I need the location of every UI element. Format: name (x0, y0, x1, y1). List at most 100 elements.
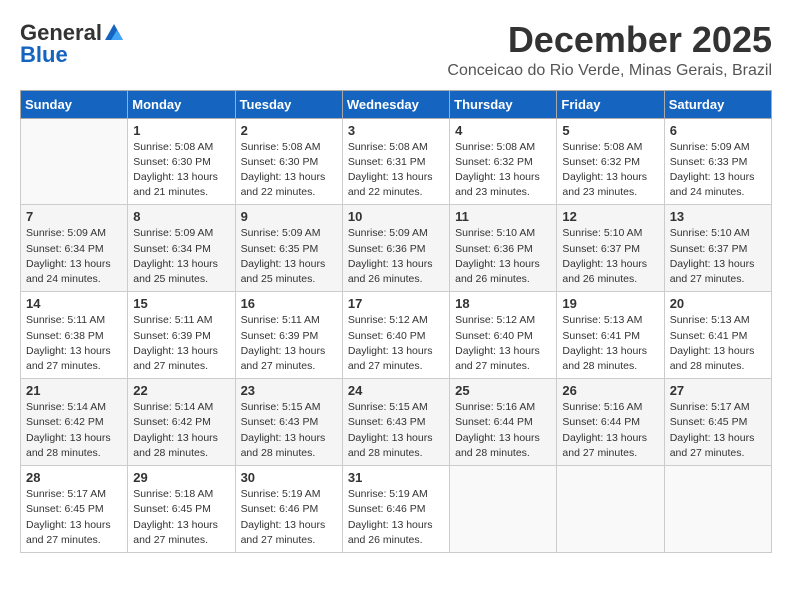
calendar-day-cell: 24Sunrise: 5:15 AM Sunset: 6:43 PM Dayli… (342, 379, 449, 466)
day-number: 13 (670, 209, 766, 224)
day-number: 28 (26, 470, 122, 485)
day-of-week-header: Saturday (664, 90, 771, 118)
calendar-day-cell: 21 Sunrise: 5:14 AM Sunset: 6:42 PM Dayli… (21, 379, 128, 466)
day-of-week-header: Sunday (21, 90, 128, 118)
calendar-day-cell: 11 Sunrise: 5:10 AM Sunset: 6:36 PM Dayli… (450, 205, 557, 292)
calendar-day-cell (450, 466, 557, 553)
calendar-day-cell: 20 Sunrise: 5:13 AM Sunset: 6:41 PM Dayli… (664, 292, 771, 379)
header: General Blue December 2025 Conceicao do … (20, 20, 772, 80)
calendar-day-cell: 22 Sunrise: 5:14 AM Sunset: 6:42 PM Dayli… (128, 379, 235, 466)
day-info: Sunrise: 5:13 AM Sunset: 6:41 PM Dayligh… (670, 313, 766, 374)
day-info: Sunrise: 5:18 AM Sunset: 6:45 PM Dayligh… (133, 487, 229, 548)
day-number: 11 (455, 209, 551, 224)
calendar-day-cell: 13 Sunrise: 5:10 AM Sunset: 6:37 PM Dayli… (664, 205, 771, 292)
day-number: 8 (133, 209, 229, 224)
location-title: Conceicao do Rio Verde, Minas Gerais, Br… (447, 62, 772, 80)
day-number: 9 (241, 209, 337, 224)
day-info: Sunrise: 5:17 AM Sunset: 6:45 PM Dayligh… (26, 487, 122, 548)
calendar-day-cell: 23Sunrise: 5:15 AM Sunset: 6:43 PM Dayli… (235, 379, 342, 466)
day-info: Sunrise: 5:10 AM Sunset: 6:37 PM Dayligh… (562, 226, 658, 287)
calendar-day-cell: 12Sunrise: 5:10 AM Sunset: 6:37 PM Dayli… (557, 205, 664, 292)
day-info: Sunrise: 5:11 AM Sunset: 6:38 PM Dayligh… (26, 313, 122, 374)
calendar-week-row: 28 Sunrise: 5:17 AM Sunset: 6:45 PM Dayli… (21, 466, 772, 553)
logo: General Blue (20, 20, 126, 68)
calendar-day-cell: 5Sunrise: 5:08 AM Sunset: 6:32 PM Daylig… (557, 118, 664, 205)
day-number: 1 (133, 123, 229, 138)
day-info: Sunrise: 5:09 AM Sunset: 6:36 PM Dayligh… (348, 226, 444, 287)
calendar-day-cell: 18 Sunrise: 5:12 AM Sunset: 6:40 PM Dayli… (450, 292, 557, 379)
day-info: Sunrise: 5:12 AM Sunset: 6:40 PM Dayligh… (455, 313, 551, 374)
day-number: 25 (455, 383, 551, 398)
day-info: Sunrise: 5:08 AM Sunset: 6:32 PM Dayligh… (455, 140, 551, 201)
day-of-week-header: Wednesday (342, 90, 449, 118)
day-info: Sunrise: 5:13 AM Sunset: 6:41 PM Dayligh… (562, 313, 658, 374)
calendar-day-cell: 10Sunrise: 5:09 AM Sunset: 6:36 PM Dayli… (342, 205, 449, 292)
day-info: Sunrise: 5:11 AM Sunset: 6:39 PM Dayligh… (241, 313, 337, 374)
day-number: 20 (670, 296, 766, 311)
day-number: 26 (562, 383, 658, 398)
day-info: Sunrise: 5:09 AM Sunset: 6:34 PM Dayligh… (26, 226, 122, 287)
day-number: 31 (348, 470, 444, 485)
day-info: Sunrise: 5:14 AM Sunset: 6:42 PM Dayligh… (133, 400, 229, 461)
calendar-week-row: 14 Sunrise: 5:11 AM Sunset: 6:38 PM Dayli… (21, 292, 772, 379)
calendar-week-row: 1 Sunrise: 5:08 AM Sunset: 6:30 PM Daylig… (21, 118, 772, 205)
day-number: 22 (133, 383, 229, 398)
day-info: Sunrise: 5:19 AM Sunset: 6:46 PM Dayligh… (241, 487, 337, 548)
day-info: Sunrise: 5:08 AM Sunset: 6:30 PM Dayligh… (241, 140, 337, 201)
day-info: Sunrise: 5:09 AM Sunset: 6:33 PM Dayligh… (670, 140, 766, 201)
logo-blue: Blue (20, 42, 68, 68)
calendar-day-cell: 29 Sunrise: 5:18 AM Sunset: 6:45 PM Dayli… (128, 466, 235, 553)
calendar-day-cell: 16 Sunrise: 5:11 AM Sunset: 6:39 PM Dayli… (235, 292, 342, 379)
calendar-day-cell: 26Sunrise: 5:16 AM Sunset: 6:44 PM Dayli… (557, 379, 664, 466)
calendar-day-cell: 6 Sunrise: 5:09 AM Sunset: 6:33 PM Daylig… (664, 118, 771, 205)
day-info: Sunrise: 5:14 AM Sunset: 6:42 PM Dayligh… (26, 400, 122, 461)
day-number: 3 (348, 123, 444, 138)
calendar-day-cell: 27Sunrise: 5:17 AM Sunset: 6:45 PM Dayli… (664, 379, 771, 466)
day-info: Sunrise: 5:17 AM Sunset: 6:45 PM Dayligh… (670, 400, 766, 461)
day-number: 23 (241, 383, 337, 398)
calendar-day-cell: 14 Sunrise: 5:11 AM Sunset: 6:38 PM Dayli… (21, 292, 128, 379)
day-info: Sunrise: 5:09 AM Sunset: 6:35 PM Dayligh… (241, 226, 337, 287)
calendar-day-cell: 31Sunrise: 5:19 AM Sunset: 6:46 PM Dayli… (342, 466, 449, 553)
calendar-day-cell: 28 Sunrise: 5:17 AM Sunset: 6:45 PM Dayli… (21, 466, 128, 553)
day-info: Sunrise: 5:08 AM Sunset: 6:30 PM Dayligh… (133, 140, 229, 201)
day-number: 18 (455, 296, 551, 311)
day-number: 24 (348, 383, 444, 398)
calendar-day-cell: 2 Sunrise: 5:08 AM Sunset: 6:30 PM Daylig… (235, 118, 342, 205)
day-number: 21 (26, 383, 122, 398)
day-info: Sunrise: 5:09 AM Sunset: 6:34 PM Dayligh… (133, 226, 229, 287)
day-number: 30 (241, 470, 337, 485)
day-info: Sunrise: 5:11 AM Sunset: 6:39 PM Dayligh… (133, 313, 229, 374)
day-info: Sunrise: 5:08 AM Sunset: 6:31 PM Dayligh… (348, 140, 444, 201)
day-number: 16 (241, 296, 337, 311)
calendar-day-cell (557, 466, 664, 553)
day-number: 29 (133, 470, 229, 485)
calendar-day-cell: 15Sunrise: 5:11 AM Sunset: 6:39 PM Dayli… (128, 292, 235, 379)
calendar-day-cell: 30 Sunrise: 5:19 AM Sunset: 6:46 PM Dayli… (235, 466, 342, 553)
calendar-day-cell: 25 Sunrise: 5:16 AM Sunset: 6:44 PM Dayli… (450, 379, 557, 466)
day-info: Sunrise: 5:10 AM Sunset: 6:37 PM Dayligh… (670, 226, 766, 287)
page-container: General Blue December 2025 Conceicao do … (20, 20, 772, 553)
day-info: Sunrise: 5:16 AM Sunset: 6:44 PM Dayligh… (455, 400, 551, 461)
day-info: Sunrise: 5:10 AM Sunset: 6:36 PM Dayligh… (455, 226, 551, 287)
calendar-day-cell: 3 Sunrise: 5:08 AM Sunset: 6:31 PM Daylig… (342, 118, 449, 205)
logo-icon (103, 22, 125, 44)
calendar-day-cell: 7Sunrise: 5:09 AM Sunset: 6:34 PM Daylig… (21, 205, 128, 292)
calendar-day-cell: 8 Sunrise: 5:09 AM Sunset: 6:34 PM Daylig… (128, 205, 235, 292)
calendar-day-cell: 9 Sunrise: 5:09 AM Sunset: 6:35 PM Daylig… (235, 205, 342, 292)
day-of-week-header: Tuesday (235, 90, 342, 118)
day-number: 6 (670, 123, 766, 138)
calendar-day-cell: 4 Sunrise: 5:08 AM Sunset: 6:32 PM Daylig… (450, 118, 557, 205)
calendar-day-cell (21, 118, 128, 205)
day-info: Sunrise: 5:08 AM Sunset: 6:32 PM Dayligh… (562, 140, 658, 201)
day-number: 19 (562, 296, 658, 311)
day-info: Sunrise: 5:12 AM Sunset: 6:40 PM Dayligh… (348, 313, 444, 374)
day-number: 2 (241, 123, 337, 138)
calendar-day-cell: 19 Sunrise: 5:13 AM Sunset: 6:41 PM Dayli… (557, 292, 664, 379)
month-title: December 2025 (447, 20, 772, 60)
calendar-day-cell: 1 Sunrise: 5:08 AM Sunset: 6:30 PM Daylig… (128, 118, 235, 205)
title-block: December 2025 Conceicao do Rio Verde, Mi… (447, 20, 772, 80)
day-number: 4 (455, 123, 551, 138)
calendar-week-row: 7Sunrise: 5:09 AM Sunset: 6:34 PM Daylig… (21, 205, 772, 292)
day-number: 14 (26, 296, 122, 311)
